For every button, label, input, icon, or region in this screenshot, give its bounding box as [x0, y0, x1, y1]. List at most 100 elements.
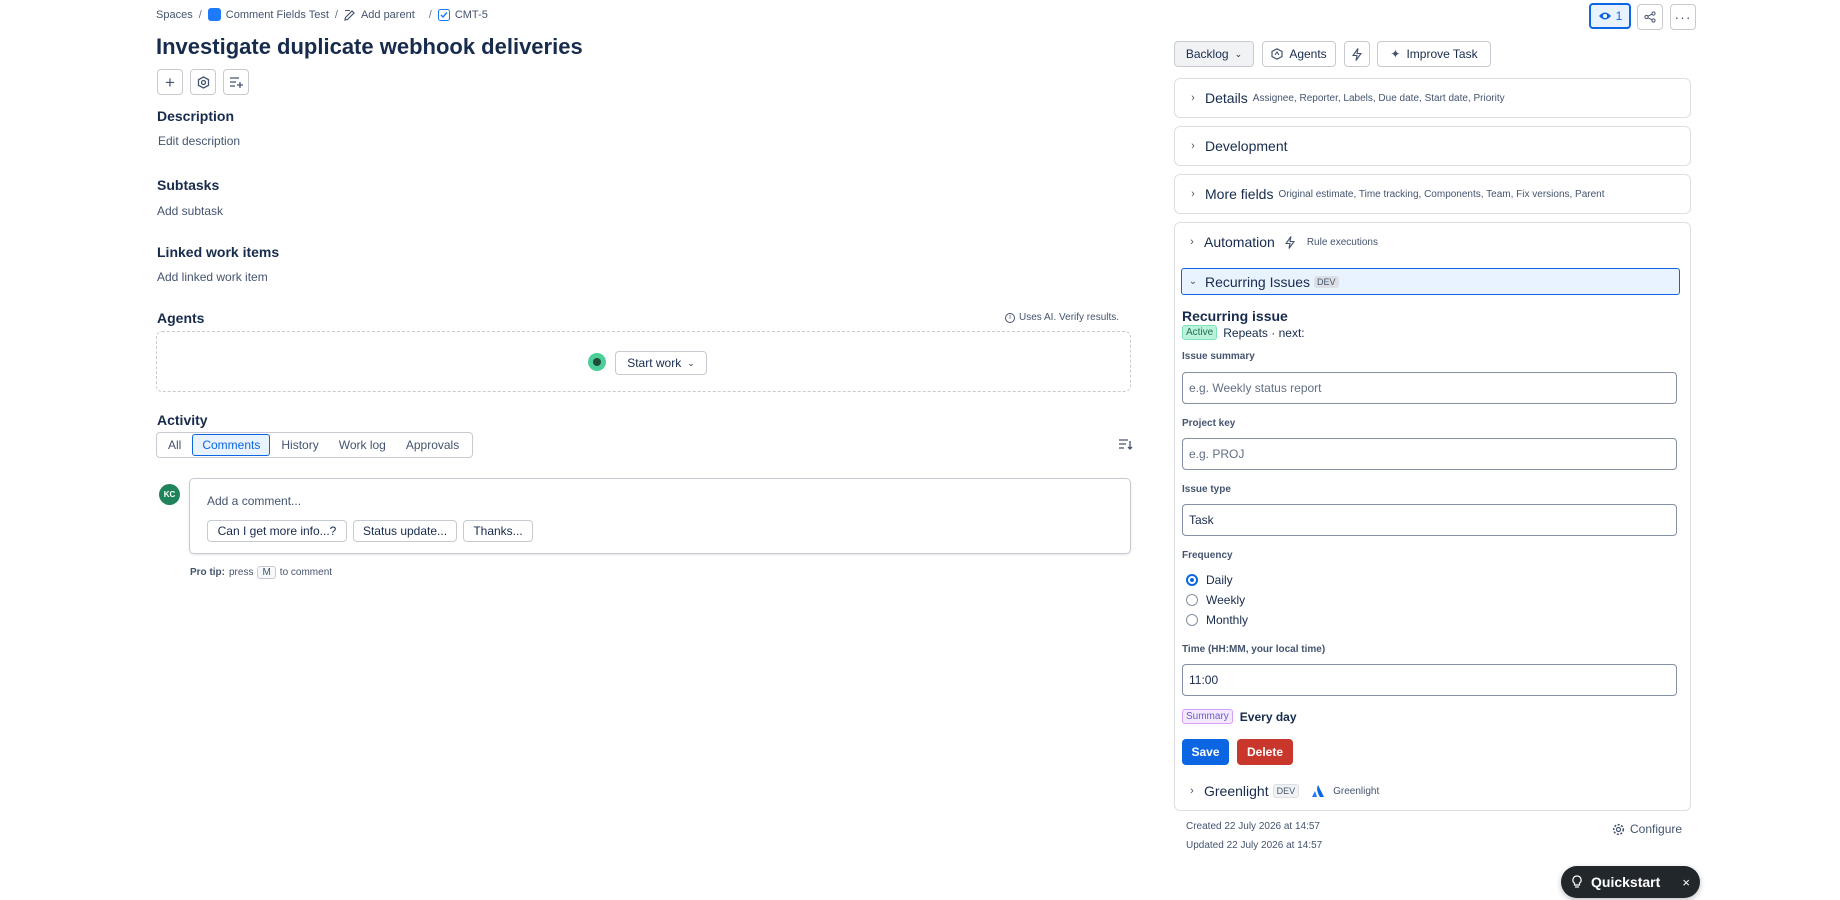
issue-type-input[interactable]: Task — [1182, 504, 1677, 536]
tab-history[interactable]: History — [272, 435, 327, 455]
repeats-text: Repeats · next: — [1223, 325, 1305, 340]
recurring-issues-header[interactable]: ⌄ Recurring Issues DEV — [1181, 268, 1680, 295]
suggestion-thanks[interactable]: Thanks... — [463, 520, 533, 542]
dev-badge: DEV — [1314, 275, 1339, 288]
more-actions-button[interactable]: ··· — [1670, 4, 1696, 30]
frequency-monthly[interactable]: Monthly — [1186, 613, 1248, 627]
status-dropdown[interactable]: Backlog ⌄ — [1174, 41, 1254, 67]
settings-hex-icon — [197, 75, 209, 89]
quickstart-button[interactable]: Quickstart × — [1561, 866, 1700, 898]
issue-summary-input[interactable]: e.g. Weekly status report — [1182, 372, 1677, 404]
tab-comments[interactable]: Comments — [192, 434, 271, 456]
chevron-right-icon: › — [1191, 140, 1195, 152]
ai-note-text: Uses AI. Verify results. — [1019, 312, 1120, 323]
suggestion-more-info[interactable]: Can I get more info...? — [207, 520, 347, 542]
greenlight-header[interactable]: › Greenlight DEV Greenlight — [1186, 783, 1379, 799]
project-key-input[interactable]: e.g. PROJ — [1182, 438, 1677, 470]
frequency-label: Frequency — [1182, 550, 1233, 561]
tab-all[interactable]: All — [159, 435, 190, 455]
recurring-issue-heading: Recurring issue — [1182, 308, 1288, 324]
greenlight-title: Greenlight — [1204, 783, 1269, 799]
frequency-monthly-label: Monthly — [1206, 613, 1249, 627]
updated-text: Updated 22 July 2026 at 14:57 — [1186, 840, 1323, 851]
more-icon: ··· — [1674, 9, 1692, 25]
share-button[interactable] — [1637, 4, 1663, 30]
dev-badge: DEV — [1272, 784, 1300, 798]
agent-avatar-icon — [588, 353, 606, 371]
automation-header[interactable]: › Automation Rule executions — [1186, 234, 1378, 250]
pro-tip-label: Pro tip: — [190, 567, 225, 578]
breadcrumb-project-label: Comment Fields Test — [225, 8, 329, 21]
radio-unchecked-icon — [1186, 614, 1198, 626]
chevron-right-icon: › — [1191, 188, 1195, 200]
sort-activity-button[interactable] — [1118, 438, 1133, 454]
greenlight-meta: Greenlight — [1333, 785, 1380, 797]
development-panel[interactable]: › Development — [1174, 126, 1691, 166]
delete-button[interactable]: Delete — [1237, 739, 1293, 765]
lightning-icon — [1284, 235, 1295, 249]
status-label: Backlog — [1185, 47, 1229, 61]
improve-task-button[interactable]: ✦ Improve Task — [1377, 41, 1491, 67]
add-button[interactable]: + — [157, 69, 183, 95]
more-fields-panel[interactable]: › More fields Original estimate, Time tr… — [1174, 174, 1691, 214]
automation-button[interactable] — [1344, 41, 1370, 67]
list-add-button[interactable] — [223, 69, 249, 95]
description-editor[interactable]: Edit description — [158, 134, 240, 148]
chevron-right-icon: › — [1190, 785, 1194, 797]
suggestion-status-update[interactable]: Status update... — [353, 520, 457, 542]
frequency-daily-label: Daily — [1206, 573, 1233, 587]
time-input[interactable]: 11:00 — [1182, 664, 1677, 696]
configure-button[interactable]: Configure — [1612, 822, 1682, 836]
add-linked-item-link[interactable]: Add linked work item — [157, 270, 268, 284]
project-icon — [207, 8, 221, 21]
start-work-label: Start work — [627, 356, 682, 370]
configure-label: Configure — [1630, 822, 1683, 836]
issue-title[interactable]: Investigate duplicate webhook deliveries — [156, 34, 583, 60]
frequency-weekly[interactable]: Weekly — [1186, 593, 1245, 607]
apps-button[interactable] — [190, 69, 216, 95]
activity-tabs: All Comments History Work log Approvals — [156, 432, 474, 458]
quickstart-label: Quickstart — [1591, 874, 1661, 890]
details-panel[interactable]: › Details Assignee, Reporter, Labels, Du… — [1174, 78, 1691, 118]
breadcrumb-separator: / — [198, 8, 202, 21]
atlassian-logo-icon — [1312, 785, 1325, 797]
chevron-right-icon: › — [1191, 92, 1195, 104]
keyboard-key: M — [257, 566, 276, 579]
start-work-button[interactable]: Start work ⌄ — [615, 351, 707, 375]
description-heading: Description — [157, 108, 235, 124]
add-subtask-link[interactable]: Add subtask — [157, 204, 223, 218]
watch-count: 1 — [1615, 9, 1623, 23]
agents-hex-icon — [1271, 48, 1283, 60]
breadcrumb-project[interactable]: Comment Fields Test — [207, 8, 329, 21]
summary-text: Every day — [1239, 709, 1297, 724]
breadcrumb-spaces[interactable]: Spaces — [156, 9, 193, 21]
linked-items-heading: Linked work items — [157, 244, 280, 260]
sort-icon — [1119, 439, 1133, 450]
subtasks-heading: Subtasks — [157, 177, 220, 193]
summary-badge: Summary — [1182, 709, 1233, 724]
save-button[interactable]: Save — [1182, 739, 1229, 765]
comment-input[interactable]: Add a comment... — [207, 494, 301, 508]
close-icon[interactable]: × — [1682, 875, 1690, 890]
share-icon — [1644, 11, 1656, 23]
watch-button[interactable]: 1 — [1589, 3, 1631, 29]
pro-tip-pre: press — [229, 567, 254, 578]
tab-approvals[interactable]: Approvals — [397, 435, 468, 455]
recurring-issues-title: Recurring Issues — [1205, 273, 1311, 290]
frequency-weekly-label: Weekly — [1206, 593, 1246, 607]
breadcrumb-issue-key[interactable]: CMT-5 — [437, 8, 488, 21]
development-title: Development — [1205, 138, 1288, 154]
tab-work-log[interactable]: Work log — [330, 435, 395, 455]
status-badge: Active — [1182, 325, 1218, 340]
agents-button-label: Agents — [1289, 47, 1327, 61]
agents-button[interactable]: Agents — [1262, 41, 1336, 67]
comment-editor[interactable] — [189, 478, 1131, 554]
chevron-down-icon: ⌄ — [687, 357, 695, 368]
frequency-daily[interactable]: Daily — [1186, 573, 1233, 587]
rule-executions-link[interactable]: Rule executions — [1307, 237, 1378, 248]
details-title: Details — [1205, 90, 1248, 106]
breadcrumb-add-parent[interactable]: Add parent — [344, 9, 415, 21]
details-meta: Assignee, Reporter, Labels, Due date, St… — [1252, 92, 1505, 104]
issue-summary-label: Issue summary — [1182, 351, 1255, 362]
breadcrumb-add-parent-label: Add parent — [360, 8, 415, 21]
